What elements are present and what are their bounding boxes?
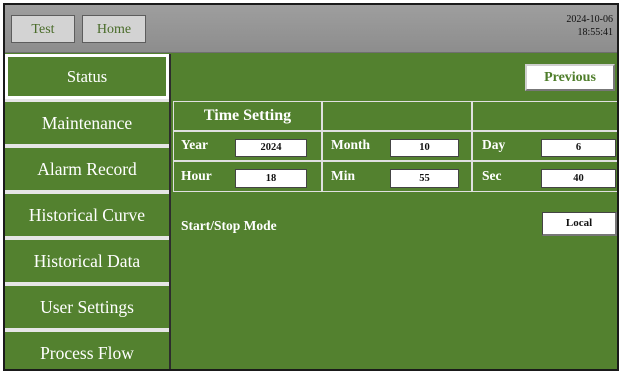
sidebar-item-user-settings[interactable]: User Settings bbox=[5, 286, 169, 328]
time-setting-title: Time Setting bbox=[173, 101, 322, 131]
year-field[interactable]: 2024 bbox=[235, 139, 307, 157]
table-header-cell bbox=[322, 101, 472, 131]
sidebar-item-historical-curve[interactable]: Historical Curve bbox=[5, 194, 169, 236]
sidebar-item-process-flow[interactable]: Process Flow bbox=[5, 332, 169, 369]
hour-cell: Hour 18 bbox=[173, 161, 322, 192]
year-label: Year bbox=[181, 137, 208, 152]
sidebar-item-alarm-record[interactable]: Alarm Record bbox=[5, 148, 169, 190]
month-label: Month bbox=[331, 137, 371, 152]
day-cell: Day 6 bbox=[472, 131, 617, 161]
month-field[interactable]: 10 bbox=[390, 139, 459, 157]
sidebar-item-status[interactable]: Status bbox=[5, 54, 169, 99]
table-header-cell bbox=[472, 101, 617, 131]
date-text: 2024-10-06 bbox=[566, 14, 613, 25]
sidebar-item-historical-data[interactable]: Historical Data bbox=[5, 240, 169, 282]
hmi-window: Test Home 2024-10-06 18:55:41 Status Mai… bbox=[3, 3, 619, 371]
sidebar: Status Maintenance Alarm Record Historic… bbox=[5, 54, 169, 369]
hour-label: Hour bbox=[181, 168, 212, 183]
hour-field[interactable]: 18 bbox=[235, 169, 307, 188]
year-cell: Year 2024 bbox=[173, 131, 322, 161]
min-field[interactable]: 55 bbox=[390, 169, 459, 188]
day-label: Day bbox=[482, 137, 506, 152]
main-panel: Previous Time Setting Year 2024 Month 10… bbox=[169, 54, 617, 369]
min-label: Min bbox=[331, 168, 356, 183]
start-stop-mode-button[interactable]: Local bbox=[542, 212, 617, 236]
time-text: 18:55:41 bbox=[577, 27, 613, 38]
month-cell: Month 10 bbox=[322, 131, 472, 161]
sec-cell: Sec 40 bbox=[472, 161, 617, 192]
sidebar-item-maintenance[interactable]: Maintenance bbox=[5, 102, 169, 144]
sec-label: Sec bbox=[482, 168, 502, 183]
home-button[interactable]: Home bbox=[82, 15, 146, 43]
test-button[interactable]: Test bbox=[11, 15, 75, 43]
sec-field[interactable]: 40 bbox=[541, 169, 616, 188]
previous-button[interactable]: Previous bbox=[525, 64, 615, 91]
start-stop-mode-label: Start/Stop Mode bbox=[181, 218, 277, 233]
datetime-display: 2024-10-06 18:55:41 bbox=[566, 13, 613, 39]
time-setting-table: Time Setting Year 2024 Month 10 Day 6 Ho… bbox=[173, 101, 617, 192]
day-field[interactable]: 6 bbox=[541, 139, 616, 157]
top-bar: Test Home 2024-10-06 18:55:41 bbox=[5, 5, 617, 53]
min-cell: Min 55 bbox=[322, 161, 472, 192]
